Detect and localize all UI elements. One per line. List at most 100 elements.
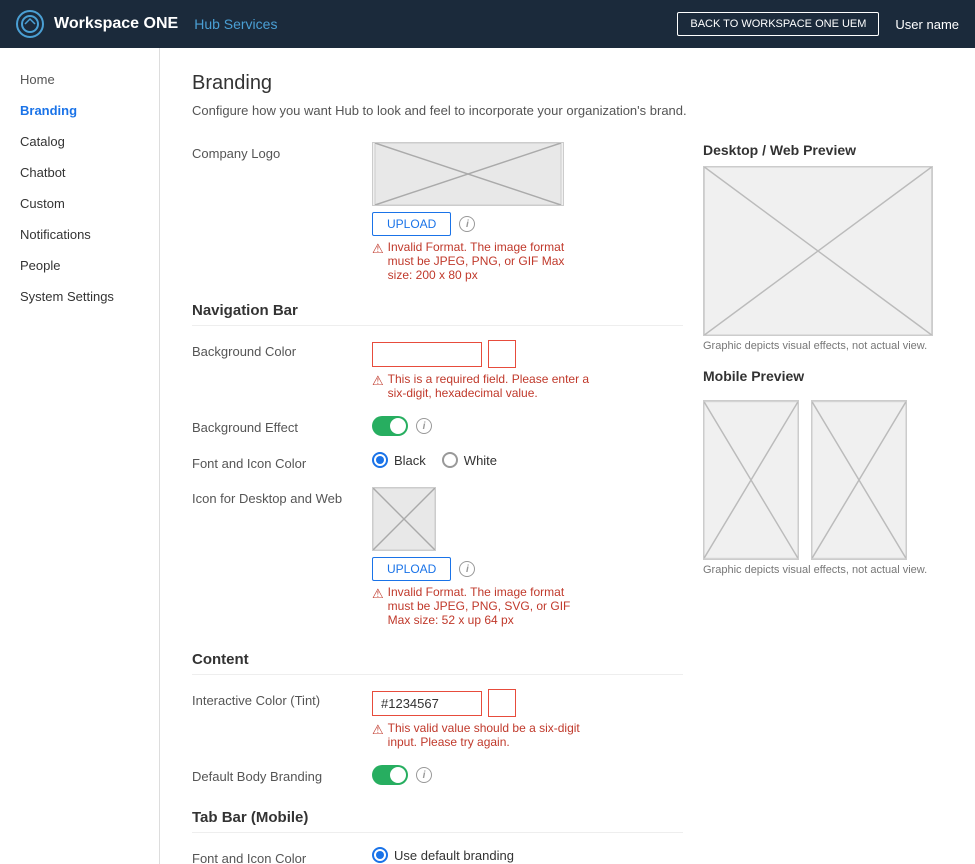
app-name: Workspace ONE (54, 15, 178, 33)
background-effect-info-icon[interactable]: i (416, 418, 432, 434)
mobile-preview-caption: Graphic depicts visual effects, not actu… (703, 564, 943, 576)
icon-desktop-web-control: UPLOAD i ⚠ Invalid Format. The image for… (372, 487, 683, 627)
icon-desktop-error: ⚠ Invalid Format. The image format must … (372, 585, 592, 627)
radio-option-use-default[interactable]: Use default branding (372, 847, 683, 863)
default-body-branding-toggle[interactable] (372, 765, 408, 785)
radio-use-default-label: Use default branding (394, 848, 514, 863)
interactive-color-error: ⚠ This valid value should be a six-digit… (372, 721, 592, 749)
mobile-preview-title: Mobile Preview (703, 368, 943, 384)
company-logo-control: UPLOAD i ⚠ Invalid Format. The image for… (372, 142, 683, 282)
background-effect-label: Background Effect (192, 416, 372, 435)
interactive-color-row: Interactive Color (Tint) ⚠ This valid va… (192, 689, 683, 749)
radio-white-circle[interactable] (442, 452, 458, 468)
background-color-label: Background Color (192, 340, 372, 359)
desktop-preview-caption: Graphic depicts visual effects, not actu… (703, 340, 943, 352)
company-logo-upload-button[interactable]: UPLOAD (372, 212, 451, 236)
mobile-preview-box-2 (811, 400, 907, 560)
background-effect-control: i (372, 416, 683, 436)
navigation-bar-section-title: Navigation Bar (192, 302, 683, 326)
company-logo-upload-area: UPLOAD i (372, 212, 683, 236)
sidebar: Home Branding Catalog Chatbot Custom Not… (0, 48, 160, 864)
interactive-color-control: ⚠ This valid value should be a six-digit… (372, 689, 683, 749)
background-color-error: ⚠ This is a required field. Please enter… (372, 372, 592, 400)
tab-bar-font-icon-color-control: Use default branding Same as Navigation … (372, 847, 683, 864)
default-body-branding-label: Default Body Branding (192, 765, 372, 784)
background-color-error-text: This is a required field. Please enter a… (388, 372, 592, 400)
mobile-preview-box-1 (703, 400, 799, 560)
sidebar-item-custom[interactable]: Custom (0, 188, 159, 219)
header-left: Workspace ONE Hub Services (16, 10, 277, 38)
tab-bar-font-icon-color-label: Font and Icon Color (192, 847, 372, 864)
interactive-color-error-text: This valid value should be a six-digit i… (388, 721, 592, 749)
sidebar-item-home[interactable]: Home (0, 64, 159, 95)
company-logo-row: Company Logo UPLOAD i (192, 142, 683, 282)
company-logo-error-text: Invalid Format. The image format must be… (388, 240, 592, 282)
icon-desktop-placeholder (372, 487, 436, 551)
icon-desktop-web-row: Icon for Desktop and Web UPLOAD i (192, 487, 683, 627)
interactive-color-swatch[interactable] (488, 689, 516, 717)
icon-desktop-web-label: Icon for Desktop and Web (192, 487, 372, 506)
app-header: Workspace ONE Hub Services BACK TO WORKS… (0, 0, 975, 48)
back-to-uem-button[interactable]: BACK TO WORKSPACE ONE UEM (677, 12, 879, 36)
main-content: Branding Configure how you want Hub to l… (160, 48, 975, 864)
page-description: Configure how you want Hub to look and f… (192, 103, 943, 118)
icon-desktop-error-icon: ⚠ (372, 586, 384, 602)
default-body-branding-info-icon[interactable]: i (416, 767, 432, 783)
radio-option-white[interactable]: White (442, 452, 497, 468)
sidebar-item-people[interactable]: People (0, 250, 159, 281)
username-display: User name (895, 17, 959, 32)
header-right: BACK TO WORKSPACE ONE UEM User name (677, 12, 959, 36)
background-effect-toggle[interactable] (372, 416, 408, 436)
company-logo-info-icon[interactable]: i (459, 216, 475, 232)
mobile-preview-row (703, 400, 943, 560)
sidebar-item-system-settings[interactable]: System Settings (0, 281, 159, 312)
company-logo-error: ⚠ Invalid Format. The image format must … (372, 240, 592, 282)
company-logo-label: Company Logo (192, 142, 372, 161)
desktop-preview-box (703, 166, 933, 336)
icon-desktop-upload-button[interactable]: UPLOAD (372, 557, 451, 581)
background-color-error-icon: ⚠ (372, 373, 384, 389)
background-color-control: ⚠ This is a required field. Please enter… (372, 340, 683, 400)
icon-desktop-upload-area: UPLOAD i (372, 557, 683, 581)
font-icon-color-label: Font and Icon Color (192, 452, 372, 471)
background-color-swatch[interactable] (488, 340, 516, 368)
company-logo-error-icon: ⚠ (372, 241, 384, 257)
background-color-input[interactable] (372, 342, 482, 367)
interactive-color-error-icon: ⚠ (372, 722, 384, 738)
sidebar-item-branding[interactable]: Branding (0, 95, 159, 126)
default-body-branding-control: i (372, 765, 683, 785)
font-icon-color-control: Black White (372, 452, 683, 468)
page-title: Branding (192, 72, 943, 95)
background-effect-row: Background Effect i (192, 416, 683, 436)
app-logo (16, 10, 44, 38)
default-body-branding-toggle-row: i (372, 765, 683, 785)
preview-panel: Desktop / Web Preview Graphic depicts vi… (683, 142, 943, 864)
background-effect-toggle-row: i (372, 416, 683, 436)
tab-bar-section-title: Tab Bar (Mobile) (192, 809, 683, 833)
background-color-row: Background Color ⚠ This is a required fi… (192, 340, 683, 400)
app-layout: Home Branding Catalog Chatbot Custom Not… (0, 48, 975, 864)
service-name: Hub Services (194, 16, 277, 32)
radio-option-black[interactable]: Black (372, 452, 426, 468)
company-logo-placeholder (372, 142, 564, 206)
interactive-color-input[interactable] (372, 691, 482, 716)
content-area: Company Logo UPLOAD i (192, 142, 943, 864)
tab-bar-font-icon-color-row: Font and Icon Color Use default branding… (192, 847, 683, 864)
content-section-title: Content (192, 651, 683, 675)
icon-desktop-info-icon[interactable]: i (459, 561, 475, 577)
radio-use-default-circle[interactable] (372, 847, 388, 863)
form-area: Company Logo UPLOAD i (192, 142, 683, 864)
sidebar-item-catalog[interactable]: Catalog (0, 126, 159, 157)
interactive-color-label: Interactive Color (Tint) (192, 689, 372, 708)
desktop-preview-title: Desktop / Web Preview (703, 142, 943, 158)
sidebar-item-notifications[interactable]: Notifications (0, 219, 159, 250)
font-icon-color-radio-group: Black White (372, 452, 683, 468)
radio-black-label: Black (394, 453, 426, 468)
background-color-input-row (372, 340, 683, 368)
icon-desktop-error-text: Invalid Format. The image format must be… (388, 585, 592, 627)
radio-black-circle[interactable] (372, 452, 388, 468)
interactive-color-input-row (372, 689, 683, 717)
font-icon-color-row: Font and Icon Color Black White (192, 452, 683, 471)
sidebar-item-chatbot[interactable]: Chatbot (0, 157, 159, 188)
radio-white-label: White (464, 453, 497, 468)
